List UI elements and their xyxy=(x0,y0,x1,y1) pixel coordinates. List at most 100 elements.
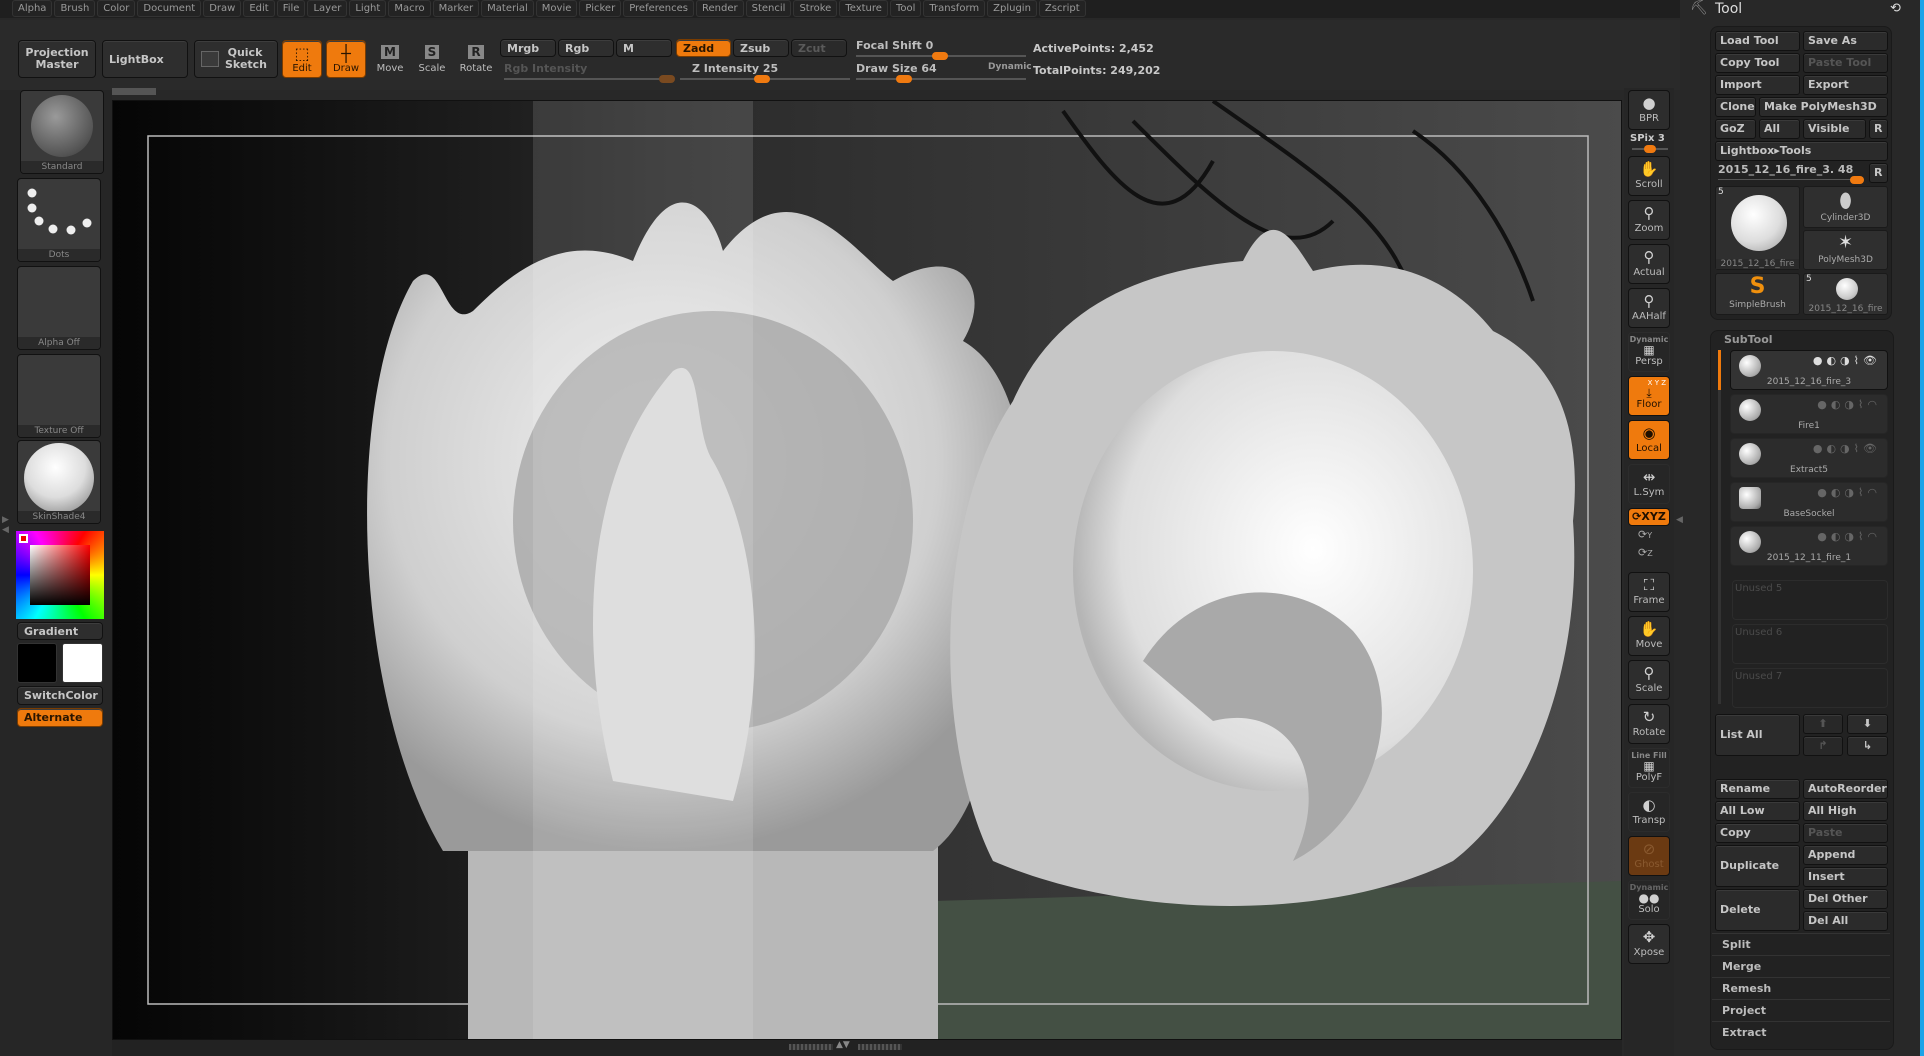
move-up-button[interactable]: ⬆ xyxy=(1803,714,1843,734)
scroll-button[interactable]: ✋ Scroll xyxy=(1628,156,1670,196)
split-section[interactable]: Split xyxy=(1712,933,1890,955)
move-right-up-button[interactable]: ↱ xyxy=(1803,736,1843,756)
subtool-toggle-icons[interactable]: ●◐◑⌇◠ xyxy=(1817,398,1881,411)
local-button[interactable]: ◉ Local xyxy=(1628,420,1670,460)
del-all-button[interactable]: Del All xyxy=(1803,911,1888,931)
project-section[interactable]: Project xyxy=(1712,999,1890,1021)
menu-layer[interactable]: Layer xyxy=(307,0,348,17)
secondary-color-swatch[interactable] xyxy=(62,643,103,683)
menu-material[interactable]: Material xyxy=(481,0,534,17)
menu-tool[interactable]: Tool xyxy=(889,0,922,17)
tool-thumbnail-polymesh3d[interactable]: ✶ PolyMesh3D xyxy=(1803,230,1888,270)
list-all-button[interactable]: List All xyxy=(1715,714,1800,756)
bottom-tray-handle-left[interactable] xyxy=(789,1044,833,1050)
quick-sketch-button[interactable]: Quick Sketch xyxy=(194,40,278,78)
stroke-thumbnail[interactable]: Dots xyxy=(17,178,101,262)
delete-button[interactable]: Delete xyxy=(1715,889,1800,931)
goz-button[interactable]: GoZ xyxy=(1715,119,1756,139)
menu-movie[interactable]: Movie xyxy=(535,0,578,17)
zoom-button[interactable]: ⚲ Zoom xyxy=(1628,200,1670,240)
rgb-intensity-slider[interactable] xyxy=(504,75,675,83)
rotate-xyz-button[interactable]: ⟳XYZ xyxy=(1628,508,1670,526)
subtool-toggle-icons[interactable]: ●◐◑⌇👁 xyxy=(1813,442,1881,455)
primary-color-swatch[interactable] xyxy=(17,643,57,683)
goz-all-button[interactable]: All xyxy=(1759,119,1800,139)
projection-master-button[interactable]: Projection Master xyxy=(18,40,96,78)
paste-tool-button[interactable]: Paste Tool xyxy=(1803,53,1888,73)
load-tool-button[interactable]: Load Tool xyxy=(1715,31,1800,51)
draw-button[interactable]: ┼ Draw xyxy=(326,40,366,78)
menu-color[interactable]: Color xyxy=(97,0,136,17)
menu-light[interactable]: Light xyxy=(349,0,387,17)
subtool-item-selected[interactable]: ●◐◑⌇👁 2015_12_16_fire_3 xyxy=(1730,350,1888,390)
z-intensity-slider[interactable] xyxy=(680,75,850,83)
solo-button[interactable]: Dynamic ●● Solo xyxy=(1628,880,1670,920)
edit-button[interactable]: ⬚ Edit xyxy=(282,40,322,78)
menu-draw[interactable]: Draw xyxy=(203,0,242,17)
sculpt-viewport[interactable] xyxy=(113,101,1622,1040)
all-low-button[interactable]: All Low xyxy=(1715,801,1800,821)
left-tray-toggle-icon[interactable]: ▶ ◀ xyxy=(2,515,9,535)
menu-file[interactable]: File xyxy=(276,0,306,17)
import-button[interactable]: Import xyxy=(1715,75,1800,95)
rotate-y-button[interactable]: ⟳Y xyxy=(1638,528,1652,541)
subtool-item[interactable]: ●◐◑⌇👁 Extract5 xyxy=(1730,438,1888,478)
document-canvas[interactable] xyxy=(112,100,1622,1040)
subtool-scrollbar[interactable] xyxy=(1718,350,1721,704)
rgb-button[interactable]: Rgb xyxy=(558,39,614,57)
bpr-button[interactable]: ● BPR xyxy=(1628,90,1670,130)
all-high-button[interactable]: All High xyxy=(1803,801,1888,821)
menu-picker[interactable]: Picker xyxy=(579,0,622,17)
color-picker[interactable] xyxy=(16,531,104,619)
tool-thumbnail-fire-small[interactable]: 5 2015_12_16_fire xyxy=(1803,273,1888,315)
subtool-toggle-icons[interactable]: ●◐◑⌇👁 xyxy=(1813,354,1881,367)
auto-reorder-button[interactable]: AutoReorder xyxy=(1803,779,1888,799)
move-view-button[interactable]: ✋ Move xyxy=(1628,616,1670,656)
subtool-toggle-icons[interactable]: ●◐◑⌇◠ xyxy=(1817,486,1881,499)
tool-thumbnail-simplebrush[interactable]: S SimpleBrush xyxy=(1715,273,1800,315)
texture-thumbnail[interactable]: Texture Off xyxy=(17,354,101,438)
scale-button[interactable]: S Scale xyxy=(414,40,450,74)
lightbox-tools-button[interactable]: Lightbox▸Tools xyxy=(1715,141,1888,161)
z-intensity-knob[interactable] xyxy=(754,75,770,83)
menu-render[interactable]: Render xyxy=(696,0,744,17)
tool-thumbnail-fire[interactable]: 5 2015_12_16_fire xyxy=(1715,186,1800,270)
insert-button[interactable]: Insert xyxy=(1803,867,1888,887)
alternate-button[interactable]: Alternate xyxy=(17,708,103,727)
subtool-toggle-icons[interactable]: ●◐◑⌇◠ xyxy=(1817,530,1881,543)
save-as-button[interactable]: Save As xyxy=(1803,31,1888,51)
reset-palette-icon[interactable]: ⟲ xyxy=(1890,1,1901,16)
zcut-button[interactable]: Zcut xyxy=(791,39,847,57)
aahalf-button[interactable]: ⚲ AAHalf xyxy=(1628,288,1670,328)
ghost-button[interactable]: ⊘ Ghost xyxy=(1628,836,1670,876)
right-tray-toggle-icon[interactable]: ◀ xyxy=(1676,515,1683,525)
color-saturation-square[interactable] xyxy=(30,545,90,605)
menu-alpha[interactable]: Alpha xyxy=(12,0,53,17)
menu-preferences[interactable]: Preferences xyxy=(623,0,695,17)
frame-button[interactable]: ⛶ Frame xyxy=(1628,572,1670,612)
transp-button[interactable]: ◐ Transp xyxy=(1628,792,1670,832)
actual-button[interactable]: ⚲ Actual xyxy=(1628,244,1670,284)
canvas-scroll-indicator[interactable] xyxy=(112,88,156,95)
append-button[interactable]: Append xyxy=(1803,845,1888,865)
spix-knob[interactable] xyxy=(1644,145,1656,153)
menu-document[interactable]: Document xyxy=(137,0,202,17)
draw-size-knob[interactable] xyxy=(896,75,912,83)
rotate-button[interactable]: R Rotate xyxy=(456,40,496,74)
tool-thumbnail-cylinder3d[interactable]: ⬮ Cylinder3D xyxy=(1803,186,1888,228)
menu-brush[interactable]: Brush xyxy=(54,0,96,17)
xpose-button[interactable]: ✥ Xpose xyxy=(1628,924,1670,964)
move-down-button[interactable]: ⬇ xyxy=(1847,714,1888,734)
lightbox-button[interactable]: LightBox xyxy=(102,40,188,78)
focal-shift-knob[interactable] xyxy=(932,52,948,60)
goz-visible-button[interactable]: Visible xyxy=(1803,119,1866,139)
move-right-down-button[interactable]: ↳ xyxy=(1847,736,1888,756)
move-button[interactable]: M Move xyxy=(372,40,408,74)
menu-texture[interactable]: Texture xyxy=(839,0,888,17)
focal-shift-slider[interactable] xyxy=(856,52,1026,60)
del-other-button[interactable]: Del Other xyxy=(1803,889,1888,909)
copy-subtool-button[interactable]: Copy xyxy=(1715,823,1800,843)
menu-macro[interactable]: Macro xyxy=(388,0,431,17)
merge-section[interactable]: Merge xyxy=(1712,955,1890,977)
bottom-tray-handle-right[interactable] xyxy=(858,1044,902,1050)
